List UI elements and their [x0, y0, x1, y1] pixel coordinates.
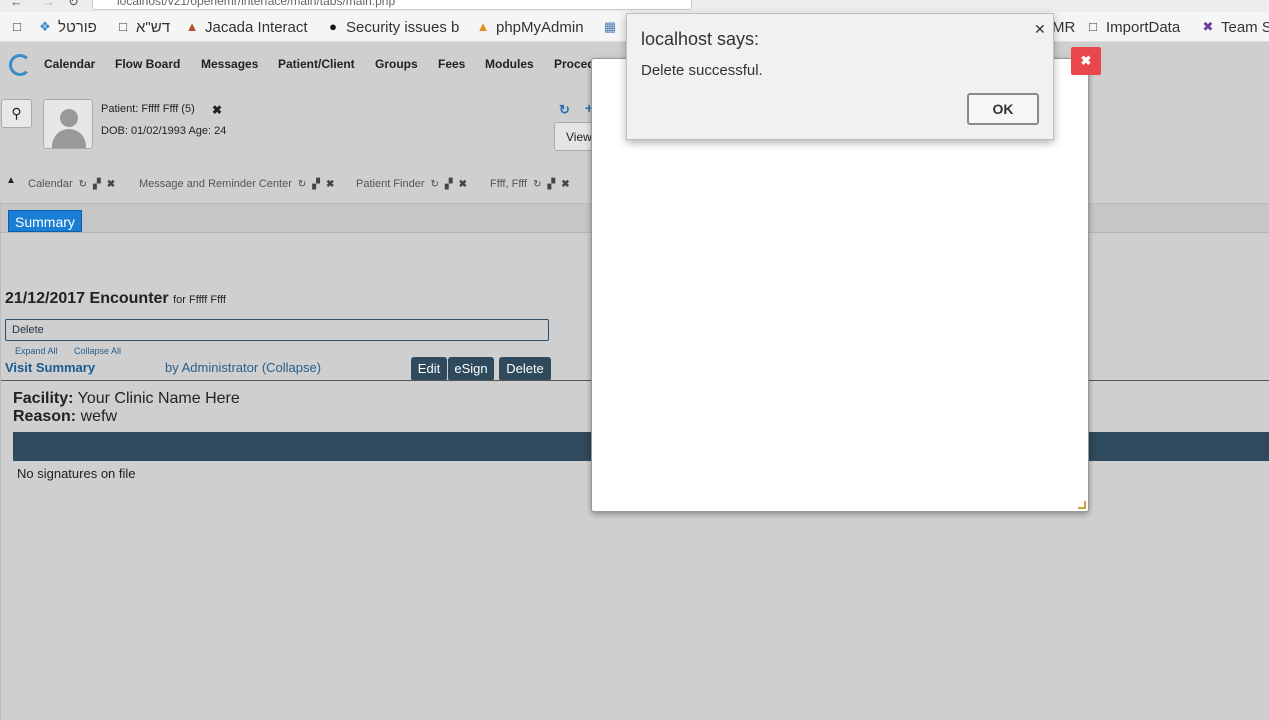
refresh-icon[interactable]: ↻ [430, 179, 438, 190]
bookmark-phpmyadmin[interactable]: ▲ phpMyAdmin [476, 18, 584, 36]
alert-dialog: localhost says: ✕ Delete successful. OK [626, 13, 1054, 140]
avatar [43, 99, 93, 149]
menu-groups[interactable]: Groups [375, 57, 418, 71]
tab-summary[interactable]: Summary [8, 210, 82, 232]
calendar-icon: ▦ [603, 19, 617, 34]
bookmark-dsha[interactable]: □ דש"א [116, 18, 170, 36]
bookmark-label: Team S [1221, 18, 1269, 36]
bookmark-label: phpMyAdmin [496, 18, 584, 36]
bookmark-mr[interactable]: MR [1052, 18, 1075, 36]
menu-patient-client[interactable]: Patient/Client [278, 57, 355, 71]
close-icon[interactable]: ✖ [326, 179, 334, 190]
address-input[interactable]: localhost/v21/openemr/interface/main/tab… [92, 0, 692, 10]
encounter-title: 21/12/2017 Encounter for Fffff Ffff [5, 290, 226, 308]
search-icon: ⚲ [11, 105, 22, 121]
unlock-icon[interactable]: ▞ [445, 179, 453, 190]
bookmark-label: MR [1052, 18, 1076, 36]
chart-icon: ▲ [185, 19, 199, 34]
grid-icon: ❖ [39, 19, 51, 34]
bookmark-jacada[interactable]: ▲ Jacada Interact [185, 18, 308, 36]
visit-by-link[interactable]: by Administrator (Collapse) [165, 360, 321, 375]
tab-patient-record[interactable]: Ffff, Ffff ↻ ▞ ✖ [490, 178, 570, 190]
reason-value: wefw [80, 408, 118, 425]
tab-label: Ffff, Ffff [490, 178, 528, 190]
reload-icon[interactable]: ↻ [68, 0, 79, 10]
delete-encounter-button[interactable]: Delete [5, 319, 549, 341]
expand-all-link[interactable]: Expand All [15, 346, 58, 356]
refresh-icon[interactable]: ↻ [79, 179, 87, 190]
avatar-head [60, 109, 78, 127]
alert-title: localhost says: [641, 29, 760, 49]
page-icon: □ [119, 19, 127, 34]
reason-row: Reason: wefw [13, 408, 117, 426]
menu-flow-board[interactable]: Flow Board [115, 57, 180, 71]
refresh-icon[interactable]: ↻ [559, 102, 570, 118]
forward-icon[interactable]: → [42, 0, 55, 9]
back-icon[interactable]: ← [10, 0, 23, 9]
refresh-icon[interactable]: ↻ [533, 179, 541, 190]
menu-modules[interactable]: Modules [485, 57, 534, 71]
unlock-icon[interactable]: ▞ [312, 179, 320, 190]
edit-button[interactable]: Edit [411, 357, 447, 381]
github-icon: ● [329, 19, 337, 34]
close-icon[interactable]: ✖ [459, 179, 467, 190]
bookmark-portal[interactable]: ❖ פורטל [38, 18, 97, 36]
alert-message: Delete successful. [641, 62, 763, 79]
openemr-logo-icon[interactable] [9, 54, 31, 76]
unlock-icon[interactable]: ▞ [547, 179, 555, 190]
bookmark-label: פורטל [58, 18, 97, 36]
avatar-body [52, 129, 86, 148]
patient-name[interactable]: Patient: Fffff Ffff (5) [101, 103, 195, 115]
bookmark-team[interactable]: ✖ Team S [1201, 18, 1269, 36]
bookmark-label: Security issues b [346, 18, 460, 36]
browser-url-bar: ← → ↻ localhost/v21/openemr/interface/ma… [0, 0, 1269, 12]
no-signatures-text: No signatures on file [17, 466, 136, 481]
collapse-all-link[interactable]: Collapse All [74, 346, 121, 356]
facility-label: Facility: [13, 390, 74, 407]
close-icon[interactable]: ✕ [1034, 21, 1046, 38]
refresh-icon[interactable]: ↻ [298, 179, 306, 190]
close-icon[interactable]: ✖ [561, 179, 569, 190]
patient-search-button[interactable]: ⚲ [1, 99, 32, 128]
encounter-patient: for Fffff Ffff [173, 294, 226, 306]
esign-button[interactable]: eSign [448, 357, 494, 381]
bookmark-label: ImportData [1106, 18, 1181, 36]
ok-button[interactable]: OK [967, 93, 1039, 125]
vs-icon: ✖ [1202, 19, 1214, 34]
unlock-icon[interactable]: ▞ [93, 179, 101, 190]
bookmark-github[interactable]: ● Security issues b [326, 18, 459, 36]
bookmark-label: Jacada Interact [205, 18, 308, 36]
tab-label: Calendar [28, 178, 73, 190]
resize-handle-icon[interactable] [1078, 501, 1086, 509]
menu-procedures[interactable]: Proced [554, 57, 595, 71]
bookmark-misc[interactable]: ▦ [603, 18, 617, 36]
bookmark-importdata[interactable]: □ ImportData [1086, 18, 1180, 36]
menu-calendar[interactable]: Calendar [44, 57, 95, 71]
close-icon[interactable]: ✖ [107, 179, 115, 190]
tab-patient-finder[interactable]: Patient Finder ↻ ▞ ✖ [356, 178, 467, 190]
tab-label: Patient Finder [356, 178, 425, 190]
tab-label: Message and Reminder Center [139, 178, 292, 190]
page-icon: □ [13, 19, 21, 34]
reason-label: Reason: [13, 408, 77, 425]
delete-button[interactable]: Delete [499, 357, 551, 381]
close-icon[interactable]: ✖ [1071, 47, 1101, 75]
tab-calendar[interactable]: Calendar ↻ ▞ ✖ [28, 178, 115, 190]
facility-row: Facility: Your Clinic Name Here [13, 390, 240, 408]
bookmark-label: דש"א [136, 18, 171, 36]
page-icon: □ [1089, 19, 1097, 34]
patient-dob: DOB: 01/02/1993 Age: 24 [101, 125, 227, 137]
menu-fees[interactable]: Fees [438, 57, 465, 71]
encounter-date: 21/12/2017 Encounter [5, 290, 169, 307]
close-icon[interactable]: ✖ [212, 103, 222, 117]
facility-value: Your Clinic Name Here [77, 390, 240, 407]
pma-icon: ▲ [476, 19, 490, 34]
bookmark-page[interactable]: □ [10, 18, 24, 36]
visit-summary-title[interactable]: Visit Summary [5, 360, 95, 375]
collapse-tabs-icon[interactable]: ▲ [6, 175, 16, 186]
tab-message-reminder[interactable]: Message and Reminder Center ↻ ▞ ✖ [139, 178, 334, 190]
menu-messages[interactable]: Messages [201, 57, 258, 71]
